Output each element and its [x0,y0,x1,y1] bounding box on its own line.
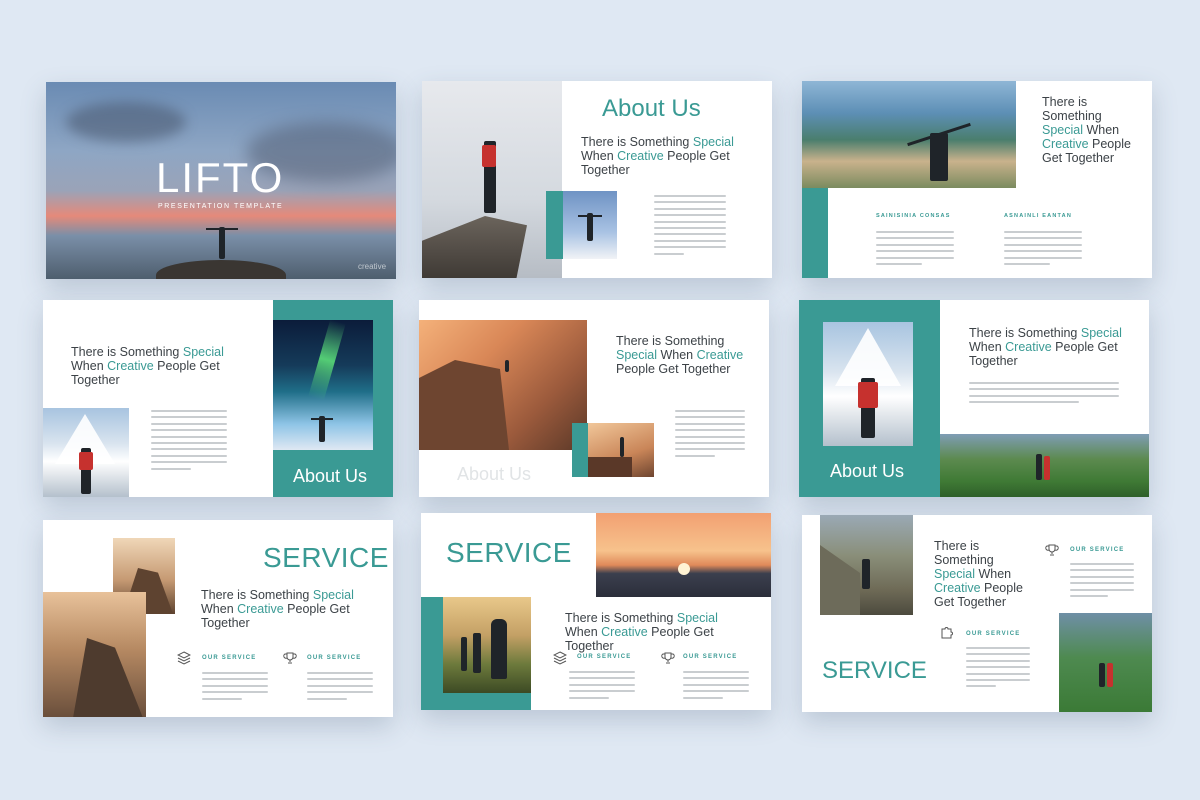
small-canyon-photo [588,423,654,477]
slide-service-2: SERVICE There is Something Special When … [421,513,771,710]
body-text-2 [1004,231,1082,269]
slide-cover: LIFTO PRESENTATION TEMPLATE creative [46,82,396,279]
body-text [654,195,726,259]
accent-block [802,188,828,278]
body-text [675,410,745,461]
headline: There is Something Special When Creative… [565,611,718,653]
service-heading-2: OUR SERVICE [966,631,1021,637]
valley-photo [820,515,913,615]
accent-block [546,191,564,259]
service-text-2 [307,672,373,704]
service-heading-1: OUR SERVICE [577,654,632,660]
service-text-2 [966,647,1030,692]
sunset-photo [596,513,771,597]
small-photo [563,191,617,259]
service-text-1 [202,672,268,704]
slide-about-2: There is Something Special When Creative… [802,81,1152,278]
service-heading-1: OUR SERVICE [202,655,257,661]
service-heading-2: OUR SERVICE [307,655,362,661]
canyon-photo [419,320,587,450]
service-heading-1: OUR SERVICE [1070,547,1125,553]
headline: There is Something Special When Creative… [934,539,1023,609]
slide-about-3: There is Something Special When Creative… [43,300,393,497]
layers-icon [177,651,191,665]
trophy-icon [661,652,675,664]
slide-title: About Us [830,461,905,481]
accent-block [572,423,588,477]
headline: There is Something Special When Creative… [616,334,744,376]
headline: There is Something Special When Creative… [1042,95,1131,165]
snow-mountain-photo [823,322,913,446]
cover-subtitle: PRESENTATION TEMPLATE [158,203,284,210]
body-text-1 [876,231,954,269]
headline: There is Something Special When Creative… [581,135,734,177]
service-text-1 [569,671,635,703]
hiker-figure [930,133,948,181]
service-heading-2: OUR SERVICE [683,654,738,660]
trophy-icon [1045,544,1059,556]
person-figure [219,227,225,259]
slide-about-1: About Us There is Something Special When… [422,81,772,278]
slide-service-1: SERVICE There is Something Special When … [43,520,393,717]
headline: There is Something Special When Creative… [201,588,354,630]
slide-title: SERVICE [263,542,389,573]
snow-mountain-photo [43,408,129,497]
column-heading-2: ASNAINLI EANTAN [1004,213,1073,219]
coast-photo [802,81,1016,188]
service-text-2 [683,671,749,703]
puzzle-icon [941,627,953,639]
service-text-1 [1070,563,1134,601]
body-text [969,382,1119,408]
trophy-icon [283,652,297,664]
layers-icon [553,651,567,665]
cover-watermark: creative [358,262,387,271]
slide-about-5: About Us There is Something Special When… [799,300,1149,497]
cliff-photo-large [43,592,146,717]
hikers-photo [443,597,531,693]
headline: There is Something Special When Creative… [71,345,224,387]
cover-title: LIFTO [156,154,285,201]
green-ridge-photo [940,434,1149,497]
body-text [151,410,227,474]
green-ridge-photo [1059,613,1152,712]
slide-title: SERVICE [446,537,572,568]
cliff-photo [422,81,562,278]
headline: There is Something Special When Creative… [969,326,1122,368]
slide-title: About Us [457,464,532,484]
slide-service-3: There is Something Special When Creative… [802,515,1152,712]
aurora-photo [273,320,373,450]
slide-title: About Us [602,95,701,122]
column-heading-1: SAINISINIA CONSAS [876,213,951,219]
slide-about-4: About Us There is Something Special When… [419,300,769,497]
slide-title: About Us [293,466,368,486]
slide-title: SERVICE [822,657,927,684]
